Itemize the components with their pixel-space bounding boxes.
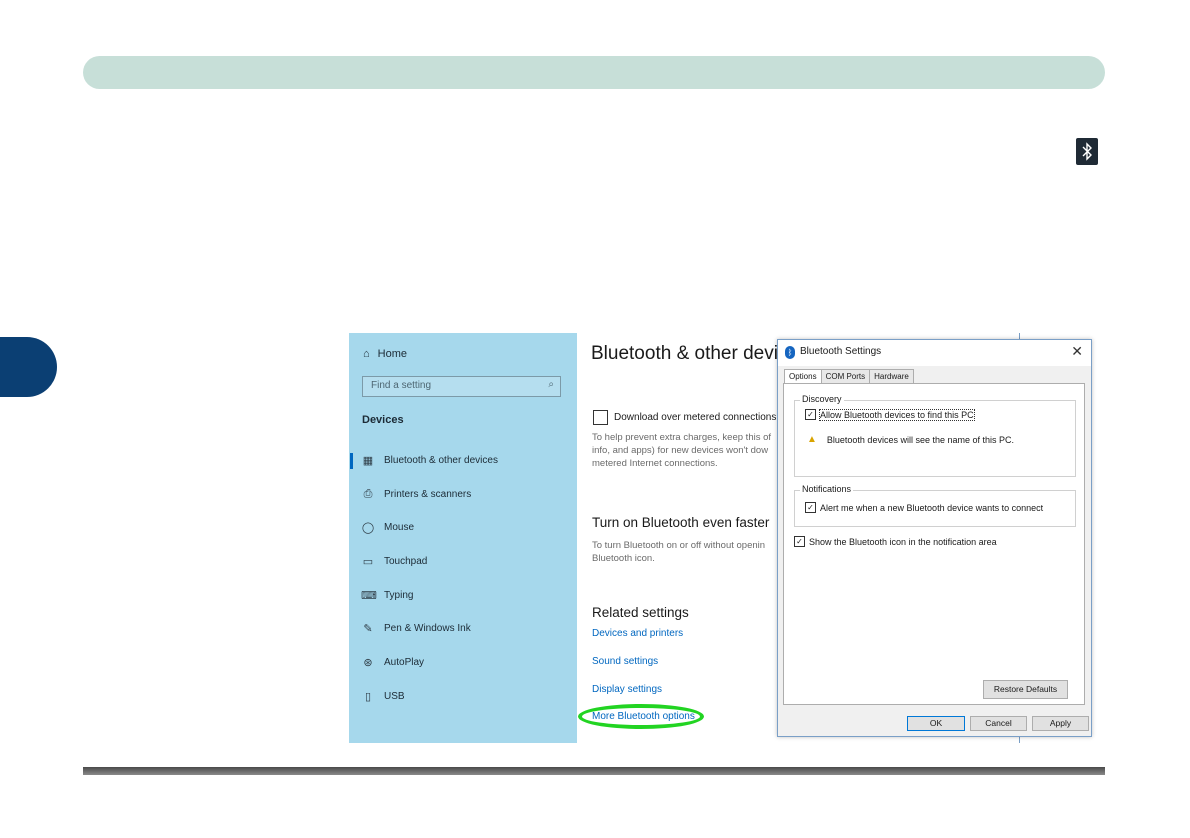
sidebar-item-mouse[interactable]: ◯ Mouse [361,521,414,534]
bluetooth-tray-icon [1076,138,1098,165]
search-icon: ⌕ [548,379,554,390]
sidebar-item-autoplay[interactable]: ⊛ AutoPlay [361,656,424,669]
home-icon: ⌂ [363,348,370,360]
warning-icon: ▲ [807,434,817,445]
sidebar-item-label: Typing [384,590,414,601]
highlight-oval [578,704,704,729]
quick-title: Turn on Bluetooth even faster [592,515,770,530]
show-icon-label: Show the Bluetooth icon in the notificat… [809,536,997,547]
dialog-tabs: Options COM Ports Hardware [784,369,914,383]
metered-description-line: To help prevent extra charges, keep this… [592,432,772,443]
metered-checkbox[interactable] [593,410,608,425]
sidebar-item-pen[interactable]: ✎ Pen & Windows Ink [361,622,471,635]
header-bar [83,56,1105,89]
nav-home-label: Home [377,348,407,360]
show-icon-row[interactable]: ✓ Show the Bluetooth icon in the notific… [794,536,997,547]
metered-label: Download over metered connections [614,412,777,423]
keyboard-icon: ⌨ [361,590,377,602]
tab-hardware[interactable]: Hardware [869,369,914,383]
bluetooth-icon: ᛒ [785,346,795,359]
metered-description-line: metered Internet connections. [592,458,718,469]
close-icon[interactable]: ✕ [1071,343,1083,360]
page-title: Bluetooth & other devi [591,343,778,364]
active-indicator [350,453,353,469]
devices-icon: ▦ [362,455,374,467]
sidebar-item-label: Pen & Windows Ink [384,623,471,634]
sidebar-item-touchpad[interactable]: ▭ Touchpad [361,555,428,568]
sidebar-item-usb[interactable]: ▯ USB [361,690,405,703]
cancel-button[interactable]: Cancel [970,716,1027,731]
ok-button[interactable]: OK [907,716,965,731]
printer-icon: ⎙ [363,488,373,500]
tab-com-ports[interactable]: COM Ports [820,369,871,383]
pen-icon: ✎ [363,623,373,635]
related-settings-title: Related settings [592,605,689,620]
metered-checkbox-row[interactable]: Download over metered connections [593,410,776,425]
discovery-label: Discovery [800,394,844,404]
nav-home[interactable]: ⌂ Home [363,348,407,360]
restore-defaults-button[interactable]: Restore Defaults [983,680,1068,699]
sidebar-section-title: Devices [362,414,404,426]
link-devices-printers[interactable]: Devices and printers [592,628,683,639]
sidebar-item-typing[interactable]: ⌨ Typing [361,589,413,602]
tab-options[interactable]: Options [784,369,822,383]
warning-text: Bluetooth devices will see the name of t… [826,434,1015,445]
notifications-label: Notifications [800,484,854,494]
alert-label: Alert me when a new Bluetooth device wan… [820,502,1044,513]
quick-description-line: To turn Bluetooth on or off without open… [592,540,766,551]
settings-sidebar: ⌂ Home Find a setting ⌕ Devices ▦ Blueto… [349,333,577,743]
sidebar-item-printers[interactable]: ⎙ Printers & scanners [361,488,472,501]
apply-button[interactable]: Apply [1032,716,1089,731]
allow-discovery-label: Allow Bluetooth devices to find this PC [819,408,975,421]
sidebar-item-label: AutoPlay [384,657,425,668]
search-placeholder: Find a setting [371,380,432,391]
metered-description-line: info, and apps) for new devices won't do… [592,445,769,456]
search-input[interactable]: Find a setting ⌕ [362,376,561,397]
link-display-settings[interactable]: Display settings [592,684,662,695]
sidebar-item-label: Touchpad [384,556,428,567]
options-panel: Discovery ✓ Allow Bluetooth devices to f… [783,383,1085,705]
footer-rule [83,767,1105,775]
show-icon-checkbox[interactable]: ✓ [794,536,805,547]
quick-description-line: Bluetooth icon. [592,553,655,564]
alert-checkbox[interactable]: ✓ [805,502,816,513]
usb-icon: ▯ [364,691,372,703]
touchpad-icon: ▭ [362,556,374,568]
sidebar-item-label: Printers & scanners [384,489,472,500]
sidebar-item-bluetooth[interactable]: ▦ Bluetooth & other devices [361,454,498,467]
chapter-tab [0,337,57,397]
sidebar-item-label: USB [384,691,405,702]
bluetooth-settings-dialog: ᛒ Bluetooth Settings ✕ Options COM Ports… [777,339,1092,737]
mouse-icon: ◯ [361,522,375,534]
discovery-warning: ▲ Bluetooth devices will see the name of… [807,434,1014,445]
dialog-titlebar: ᛒ Bluetooth Settings ✕ [778,340,1091,366]
link-sound-settings[interactable]: Sound settings [592,656,658,667]
allow-discovery-row[interactable]: ✓ Allow Bluetooth devices to find this P… [805,408,975,421]
allow-discovery-checkbox[interactable]: ✓ [805,409,816,420]
dialog-title: Bluetooth Settings [800,346,882,357]
autoplay-icon: ⊛ [363,657,373,669]
alert-row[interactable]: ✓ Alert me when a new Bluetooth device w… [805,502,1043,513]
sidebar-item-label: Mouse [384,522,415,533]
notifications-group: Notifications ✓ Alert me when a new Blue… [794,484,1076,527]
sidebar-item-label: Bluetooth & other devices [384,455,498,466]
discovery-group: Discovery ✓ Allow Bluetooth devices to f… [794,394,1076,477]
